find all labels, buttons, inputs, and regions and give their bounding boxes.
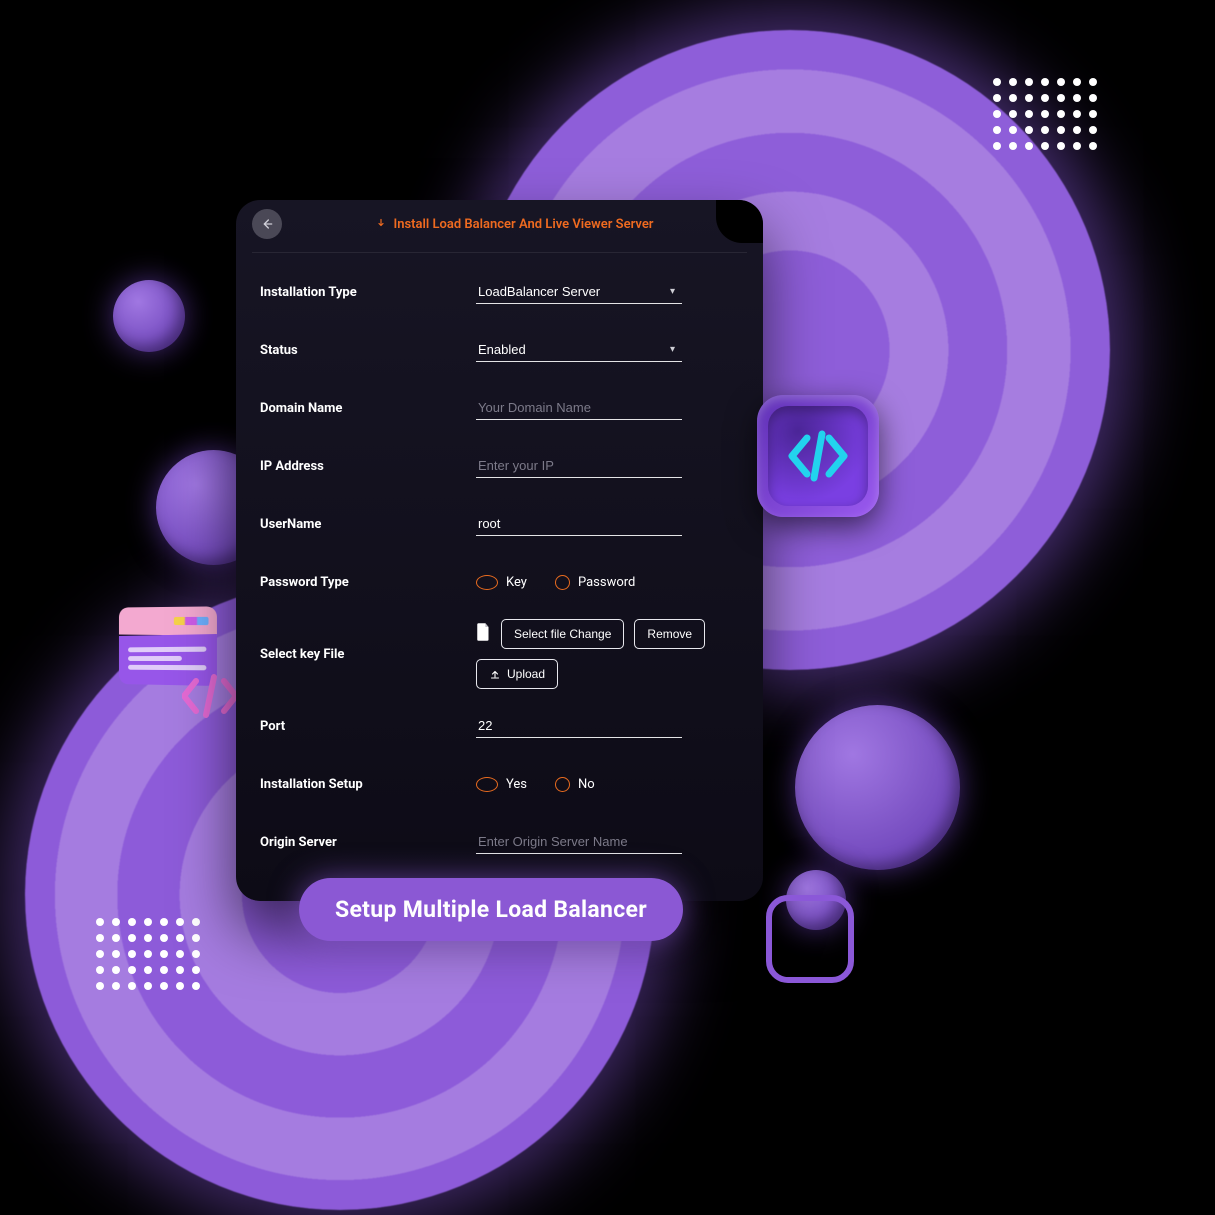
bg-sphere xyxy=(795,705,960,870)
domain-name-input[interactable] xyxy=(476,396,682,420)
ip-address-label: IP Address xyxy=(260,459,476,474)
select-key-file-label: Select key File xyxy=(260,647,476,662)
panel-title-text: Install Load Balancer And Live Viewer Se… xyxy=(393,217,653,232)
radio-selected-icon xyxy=(476,777,498,792)
status-label: Status xyxy=(260,343,476,358)
radio-label: Password xyxy=(578,575,635,590)
bg-sphere xyxy=(113,280,185,352)
download-icon xyxy=(375,218,387,230)
ip-address-input[interactable] xyxy=(476,454,682,478)
panel-title: Install Load Balancer And Live Viewer Se… xyxy=(282,217,747,232)
upload-icon xyxy=(489,668,501,680)
origin-server-input[interactable] xyxy=(476,830,682,854)
code-badge xyxy=(757,395,879,517)
button-label: Remove xyxy=(647,627,692,641)
installation-type-select[interactable]: LoadBalancer Server xyxy=(476,280,682,304)
installation-type-label: Installation Type xyxy=(260,285,476,300)
back-button[interactable] xyxy=(252,209,282,239)
origin-server-label: Origin Server xyxy=(260,835,476,850)
radio-label: Key xyxy=(506,575,527,590)
status-select[interactable]: Enabled xyxy=(476,338,682,362)
caption-pill: Setup Multiple Load Balancer xyxy=(299,878,683,941)
installation-setup-label: Installation Setup xyxy=(260,777,476,792)
port-input[interactable] xyxy=(476,714,682,738)
install-form: Installation Type LoadBalancer Server ▾ … xyxy=(236,253,763,871)
remove-file-button[interactable]: Remove xyxy=(634,619,705,649)
button-label: Upload xyxy=(507,667,545,681)
browser-card-decoration xyxy=(116,607,234,717)
installation-setup-no-radio[interactable]: No xyxy=(555,777,595,792)
upload-file-button[interactable]: Upload xyxy=(476,659,558,689)
port-label: Port xyxy=(260,719,476,734)
code-icon xyxy=(182,671,238,721)
password-type-password-radio[interactable]: Password xyxy=(555,575,635,590)
password-type-key-radio[interactable]: Key xyxy=(476,575,527,590)
username-label: UserName xyxy=(260,517,476,532)
rounded-square-icon xyxy=(766,895,854,983)
arrow-left-icon xyxy=(259,216,275,232)
radio-selected-icon xyxy=(476,575,498,590)
radio-label: Yes xyxy=(506,777,527,792)
radio-unselected-icon xyxy=(555,575,570,590)
installation-setup-radio-group: Yes No xyxy=(476,777,739,792)
code-icon xyxy=(782,420,854,492)
install-panel: Install Load Balancer And Live Viewer Se… xyxy=(236,200,763,901)
caption-text: Setup Multiple Load Balancer xyxy=(335,896,647,923)
radio-label: No xyxy=(578,777,595,792)
password-type-label: Password Type xyxy=(260,575,476,590)
dot-grid-icon xyxy=(993,78,1097,150)
file-icon xyxy=(476,623,491,645)
panel-notch xyxy=(716,200,763,243)
button-label: Select file Change xyxy=(514,627,611,641)
password-type-radio-group: Key Password xyxy=(476,575,739,590)
username-input[interactable] xyxy=(476,512,682,536)
domain-name-label: Domain Name xyxy=(260,401,476,416)
installation-setup-yes-radio[interactable]: Yes xyxy=(476,777,527,792)
dot-grid-icon xyxy=(96,918,200,990)
select-file-change-button[interactable]: Select file Change xyxy=(501,619,624,649)
radio-unselected-icon xyxy=(555,777,570,792)
